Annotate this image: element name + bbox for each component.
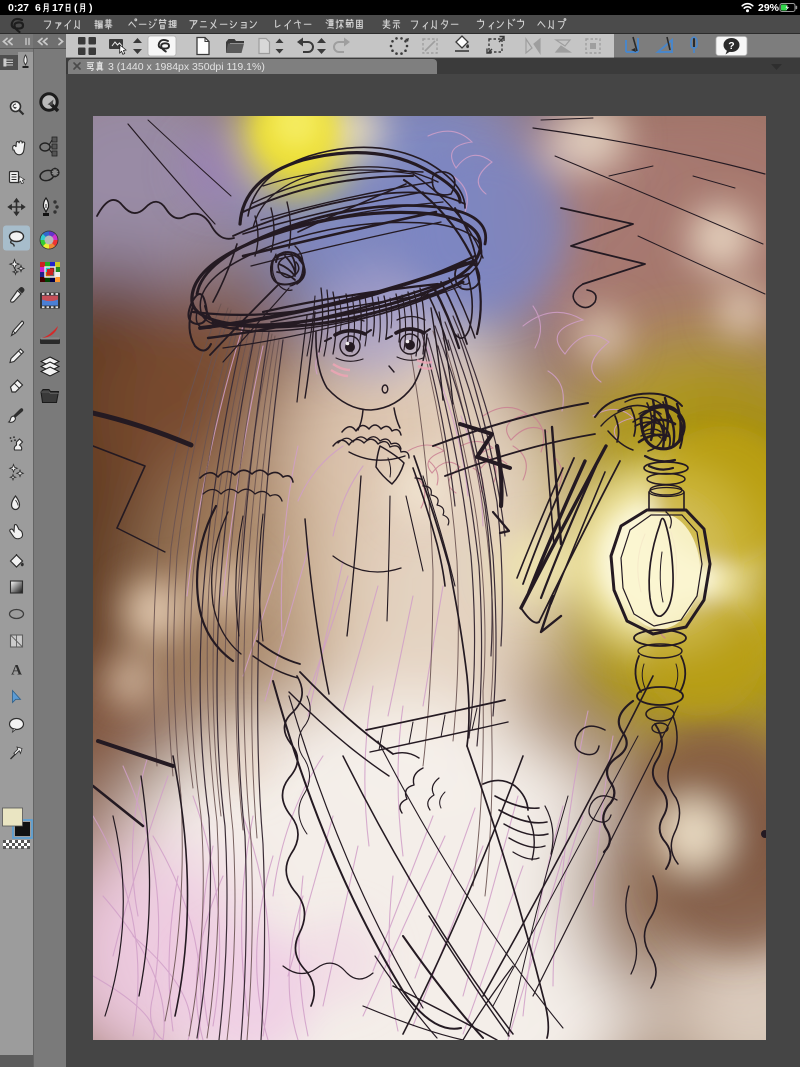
svg-text:0:27: 0:27 <box>8 2 29 14</box>
svg-text:): ) <box>89 2 93 14</box>
svg-text:?: ? <box>728 40 734 52</box>
svg-text:(: ( <box>74 2 78 14</box>
svg-text:17: 17 <box>52 2 64 14</box>
svg-text:A: A <box>11 663 22 679</box>
svg-text:6: 6 <box>35 2 41 14</box>
svg-text:3 (1440 x 1984px 350dpi 119.1%: 3 (1440 x 1984px 350dpi 119.1%) <box>108 61 265 73</box>
svg-text:29%: 29% <box>758 2 780 14</box>
